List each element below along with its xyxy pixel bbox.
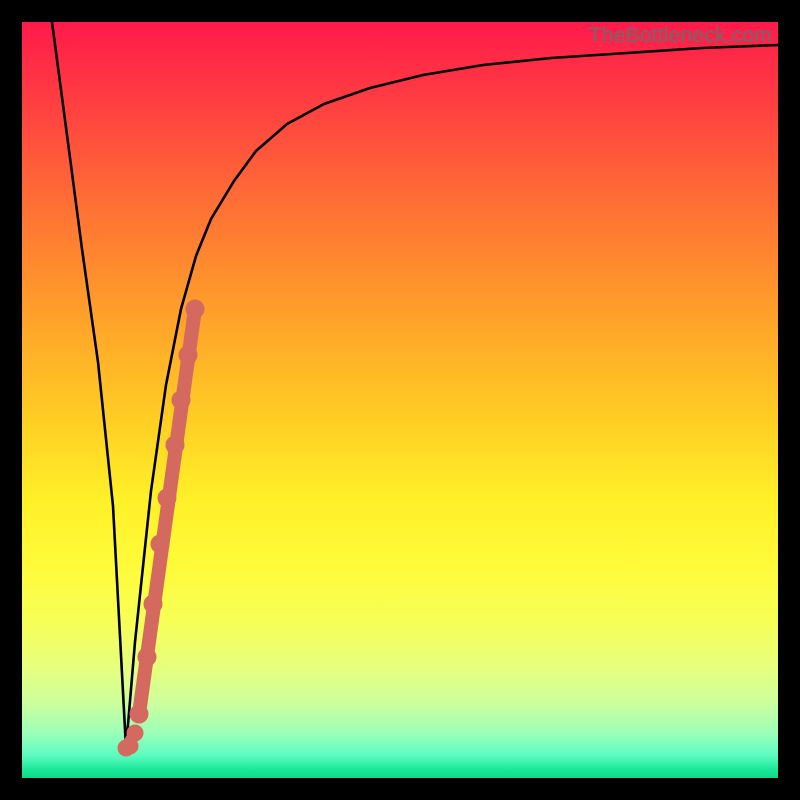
highlight-segment [130,300,204,723]
plot-area: TheBottleneck.com [22,22,778,778]
curve-layer [22,22,778,778]
chart-frame: TheBottleneck.com [0,0,800,800]
bottleneck-curve [52,22,778,748]
watermark-text: TheBottleneck.com [589,24,772,48]
highlight-tip [118,725,143,756]
